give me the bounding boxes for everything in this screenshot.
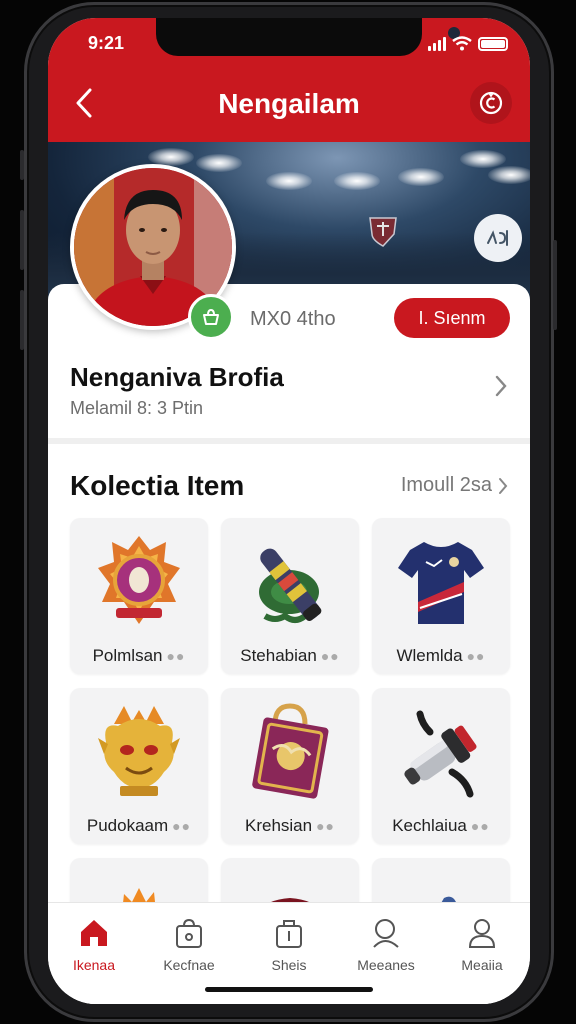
mute-switch <box>20 150 24 180</box>
signal-icon <box>428 37 446 51</box>
more-icon: ●● <box>166 648 186 664</box>
profile-icon <box>468 919 496 948</box>
page-title: Nengailam <box>218 88 360 119</box>
chevron-right-icon <box>499 477 508 494</box>
notch <box>156 18 460 56</box>
crest-emblem-icon <box>98 536 180 624</box>
profile-stat: MX0 4tho <box>250 308 336 330</box>
collection-item[interactable]: Stehabian ●● <box>221 518 359 674</box>
collection-item[interactable]: Pudokaam ●● <box>70 688 208 844</box>
golden-mascot-icon <box>98 706 180 796</box>
home-icon <box>81 920 107 946</box>
nav-label: Ikenaa <box>72 957 116 973</box>
nav-label: Kecfnae <box>163 957 215 973</box>
banner-action-button[interactable] <box>474 214 522 262</box>
edit-icon <box>487 230 508 246</box>
nav-item-profile[interactable]: Meaiia <box>436 915 528 973</box>
search-icon <box>373 919 399 948</box>
app-header: 9:21 Nengailam <box>48 18 530 142</box>
nav-item-bag[interactable]: Kecfnae <box>143 915 235 973</box>
collection-item-label: Krehsian <box>244 816 313 835</box>
collection-item-label: Stehabian <box>240 646 317 665</box>
volume-down-button <box>20 290 24 350</box>
power-button <box>553 240 557 330</box>
collection-item-label: Pudokaam <box>86 816 169 835</box>
nav-label: Sheis <box>271 957 307 973</box>
app-screen: 9:21 Nengailam MX0 4tho I. Sıenm Nengani… <box>48 18 530 1004</box>
collection-item[interactable]: Krehsian ●● <box>221 688 359 844</box>
more-icon: ●● <box>470 818 490 834</box>
section-divider <box>48 438 530 444</box>
nav-item-search[interactable]: Meeanes <box>340 915 432 973</box>
profile-chevron-button[interactable] <box>494 374 508 403</box>
see-all-link[interactable]: Imoull 2sa <box>401 474 508 497</box>
collection-item[interactable]: Wlemlda ●● <box>372 518 510 674</box>
verified-badge <box>188 294 234 340</box>
store-icon <box>276 920 302 948</box>
nav-item-store[interactable]: Sheis <box>243 915 335 973</box>
collection-title: Kolectia Item <box>70 470 245 501</box>
collection-item-label: Polmlsan <box>92 646 163 665</box>
collection-item-label: Wlemlda <box>396 646 463 665</box>
bag-icon <box>176 918 202 948</box>
volume-up-button <box>20 210 24 270</box>
header-action-button[interactable] <box>470 82 512 124</box>
collection-item[interactable]: Polmlsan ●● <box>70 518 208 674</box>
profile-subtitle: Melamil 8: 3 Ptin <box>70 398 204 418</box>
collection-item-label: Kechlaiua <box>392 816 467 835</box>
more-icon: ●● <box>316 818 336 834</box>
more-icon: ●● <box>172 818 192 834</box>
jersey-icon <box>398 542 484 624</box>
see-all-label: Imoull 2sa <box>400 474 492 496</box>
nav-label: Meaiia <box>461 957 503 973</box>
wifi-icon <box>452 36 472 51</box>
tote-bag-icon <box>252 703 329 799</box>
more-icon: ●● <box>466 648 486 664</box>
chevron-right-icon <box>495 375 507 397</box>
home-indicator[interactable] <box>205 987 373 992</box>
horn-icon <box>404 710 477 798</box>
collection-item[interactable]: Kechlaiua ●● <box>372 688 510 844</box>
profile-action-button[interactable]: I. Sıenm <box>394 298 510 338</box>
coin-icon <box>479 91 503 115</box>
more-icon: ●● <box>320 648 340 664</box>
club-crest-icon <box>369 217 397 247</box>
nav-item-home[interactable]: Ikenaa <box>48 915 140 973</box>
status-icons <box>428 36 508 51</box>
scarf-icon <box>259 548 322 623</box>
status-time: 9:21 <box>88 33 125 53</box>
nav-label: Meeanes <box>357 957 415 973</box>
basket-icon <box>203 308 219 325</box>
battery-icon <box>478 37 508 51</box>
profile-name[interactable]: Nenganiva Brofia <box>70 362 284 393</box>
